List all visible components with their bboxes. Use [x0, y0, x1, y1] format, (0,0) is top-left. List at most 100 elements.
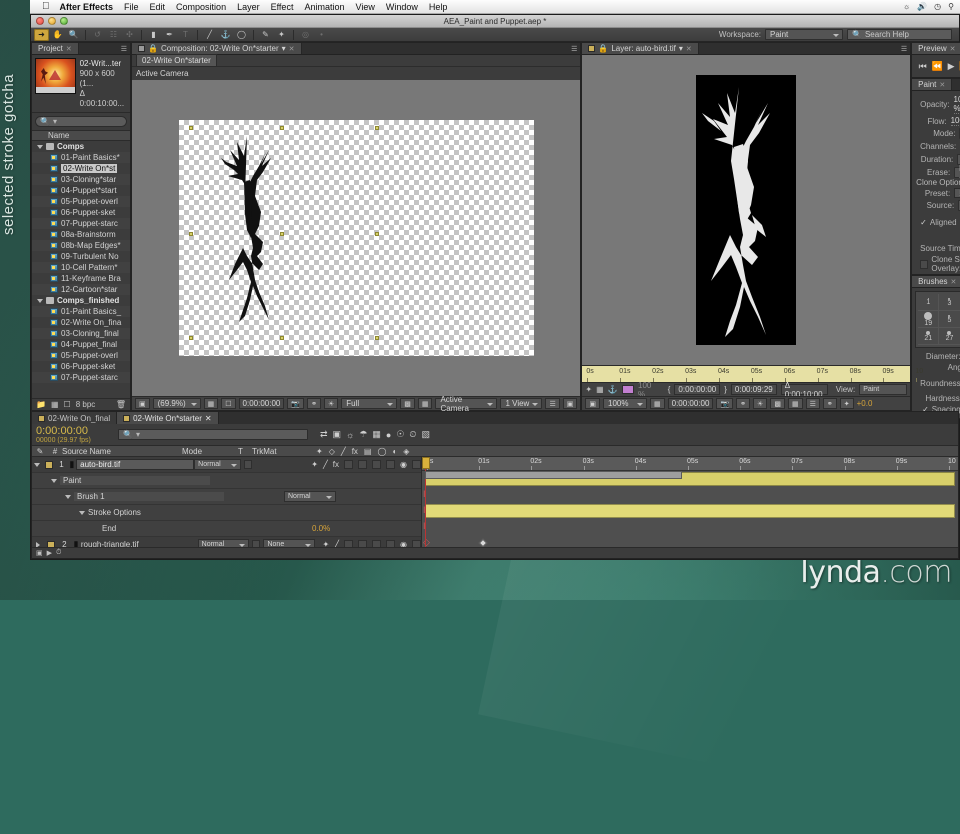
- graph-editor-icon[interactable]: ▧: [421, 429, 430, 440]
- unified-camera-tool-icon[interactable]: ☷: [106, 29, 121, 41]
- lock-icon[interactable]: 🔒: [598, 44, 608, 53]
- hand-tool-icon[interactable]: ✋: [50, 29, 65, 41]
- selection-handle[interactable]: [375, 232, 379, 236]
- close-icon[interactable]: ✕: [950, 45, 956, 53]
- selection-handle[interactable]: [189, 126, 193, 130]
- project-comp-row[interactable]: 04-Puppet_final: [32, 339, 130, 350]
- property-name[interactable]: Stroke Options: [88, 508, 238, 517]
- quality-switch-icon[interactable]: ╱: [334, 540, 339, 547]
- adjustment-switch[interactable]: [372, 540, 381, 547]
- checkmark-icon[interactable]: ✓: [920, 218, 927, 227]
- project-comp-row[interactable]: 05-Puppet-overl: [32, 350, 130, 361]
- panel-menu-icon[interactable]: ☰: [571, 45, 576, 53]
- clock-icon[interactable]: ◷: [934, 2, 941, 11]
- bitdepth-icon[interactable]: ☐: [64, 400, 71, 409]
- brush-preset-cell[interactable]: 27: [939, 328, 960, 345]
- layer-in-point[interactable]: 0:00:00:00: [674, 384, 720, 395]
- brush-preset-cell[interactable]: 1: [918, 294, 939, 311]
- timeline-current-time[interactable]: 0:00:00:00: [36, 425, 114, 437]
- clone-overlay-label[interactable]: Clone Source Overlay:: [931, 255, 960, 273]
- tab-layer[interactable]: 🔒 Layer: auto-bird.tif ▾ ✕: [582, 43, 698, 54]
- channels-icon[interactable]: ☀: [324, 398, 338, 409]
- transparency-grid-icon[interactable]: ▦: [418, 398, 433, 409]
- project-comp-row[interactable]: 06-Puppet-sket: [32, 361, 130, 372]
- comp-camera-select[interactable]: Active Camera: [435, 398, 497, 409]
- close-icon[interactable]: ✕: [686, 45, 692, 53]
- timeline-icon[interactable]: ☰: [545, 398, 559, 409]
- menu-item-edit[interactable]: Edit: [150, 2, 166, 12]
- menu-item-help[interactable]: Help: [429, 2, 448, 12]
- tab-project[interactable]: Project ✕: [32, 43, 79, 54]
- adjustment-switch[interactable]: [372, 460, 381, 469]
- comp-views-select[interactable]: 1 View: [500, 398, 542, 409]
- project-comp-row[interactable]: 10-Cell Pattern*: [32, 262, 130, 273]
- layer-duration-bar[interactable]: [425, 504, 955, 518]
- region-icon[interactable]: ▩: [770, 398, 785, 409]
- frame-render-time-icon[interactable]: ⏱: [56, 549, 61, 557]
- toggle-switches-modes-icon[interactable]: ▣: [36, 549, 43, 557]
- project-comp-row[interactable]: 01-Paint Basics*: [32, 152, 130, 163]
- chevron-down-icon[interactable]: ▾: [679, 44, 683, 53]
- comp-flowchart-icon[interactable]: ▣: [563, 398, 578, 409]
- layer-out-point[interactable]: 0:00:09:29: [731, 384, 777, 395]
- frame-blend-switch[interactable]: [344, 540, 353, 547]
- previous-frame-icon[interactable]: ⏪: [932, 61, 943, 72]
- video-switch-icon[interactable]: ◉: [400, 460, 407, 469]
- effects-switch-icon[interactable]: fx: [333, 460, 339, 469]
- brush-preset-cell[interactable]: 5: [939, 311, 960, 328]
- close-icon[interactable]: ✕: [951, 278, 957, 286]
- project-comp-row[interactable]: 09-Turbulent No: [32, 251, 130, 262]
- transparency-grid-icon[interactable]: ▦: [788, 398, 803, 409]
- project-item-list[interactable]: Comps01-Paint Basics*02-Write On*st03-Cl…: [32, 141, 130, 398]
- layer-3d-icon[interactable]: ⚭: [823, 398, 837, 409]
- brush-preset-cell[interactable]: 19: [918, 311, 939, 328]
- layer-viewer[interactable]: [582, 55, 910, 365]
- project-comp-row[interactable]: 07-Puppet-starc: [32, 372, 130, 383]
- selection-handle[interactable]: [280, 232, 284, 236]
- motion-blur-icon[interactable]: ●: [386, 430, 391, 440]
- property-name[interactable]: Brush 1: [74, 492, 224, 501]
- timeline-tab-row[interactable]: 02-Write On_final02-Write On*starter✕: [32, 412, 958, 424]
- comp-timecode[interactable]: 0:00:00:00: [239, 398, 285, 409]
- comp-zoom-select[interactable]: (69.9%): [153, 398, 201, 409]
- apple-logo-icon[interactable]: : [42, 1, 50, 12]
- paint-opacity-value[interactable]: 100 %: [954, 95, 960, 114]
- disclosure-triangle-icon[interactable]: [32, 495, 74, 499]
- selection-handle[interactable]: [189, 232, 193, 236]
- project-comp-row[interactable]: 08b-Map Edges*: [32, 240, 130, 251]
- project-comp-row[interactable]: 03-Cloning_final: [32, 328, 130, 339]
- project-comp-row[interactable]: 08a-Brainstorm: [32, 229, 130, 240]
- timeline-tab[interactable]: 02-Write On_final: [32, 412, 117, 424]
- preserve-transparency-toggle[interactable]: [244, 460, 252, 469]
- puppet-pin-icon[interactable]: ✦: [585, 385, 592, 394]
- timeline-icon[interactable]: ☰: [806, 398, 820, 409]
- menu-item-view[interactable]: View: [355, 2, 374, 12]
- tab-composition[interactable]: 🔒 Composition: 02-Write On*starter ▾ ✕: [132, 43, 302, 54]
- layer-duration[interactable]: Δ 0:00:10:00: [781, 384, 828, 395]
- project-comp-row[interactable]: 01-Paint Basics_: [32, 306, 130, 317]
- new-folder-icon[interactable]: 📁: [36, 400, 46, 409]
- close-icon[interactable]: ✕: [205, 414, 212, 423]
- project-comp-row[interactable]: 07-Puppet-starc: [32, 218, 130, 229]
- hide-shy-layers-icon[interactable]: ☂: [359, 429, 367, 440]
- close-icon[interactable]: ✕: [289, 45, 295, 53]
- brush-mode-select[interactable]: Normal: [284, 491, 336, 502]
- close-icon[interactable]: ✕: [66, 45, 72, 53]
- brush-size-grid[interactable]: 135913195913172127354565: [915, 291, 960, 348]
- property-name[interactable]: End: [102, 524, 252, 533]
- lock-icon[interactable]: 🔒: [148, 44, 158, 53]
- disclosure-triangle-icon[interactable]: [32, 463, 42, 467]
- selection-handle[interactable]: [375, 126, 379, 130]
- layer-exposure-value[interactable]: +0.0: [857, 399, 873, 408]
- timeline-time-ruler[interactable]: 0s01s02s03s04s05s06s07s08s09s10: [422, 457, 958, 471]
- selection-handle[interactable]: [280, 126, 284, 130]
- channels-icon[interactable]: ☀: [753, 398, 767, 409]
- auto-keyframe-icon[interactable]: ⏲: [409, 429, 416, 440]
- panel-menu-icon[interactable]: ☰: [121, 45, 126, 53]
- motion-blur-switch[interactable]: [358, 460, 367, 469]
- search-help-input[interactable]: 🔍 Search Help: [847, 29, 952, 40]
- layer-canvas[interactable]: [696, 75, 796, 345]
- grid-icon[interactable]: ▦: [650, 398, 665, 409]
- rotation-tool-icon[interactable]: ↺: [90, 29, 105, 41]
- shy-switch-icon[interactable]: ✦: [311, 460, 318, 469]
